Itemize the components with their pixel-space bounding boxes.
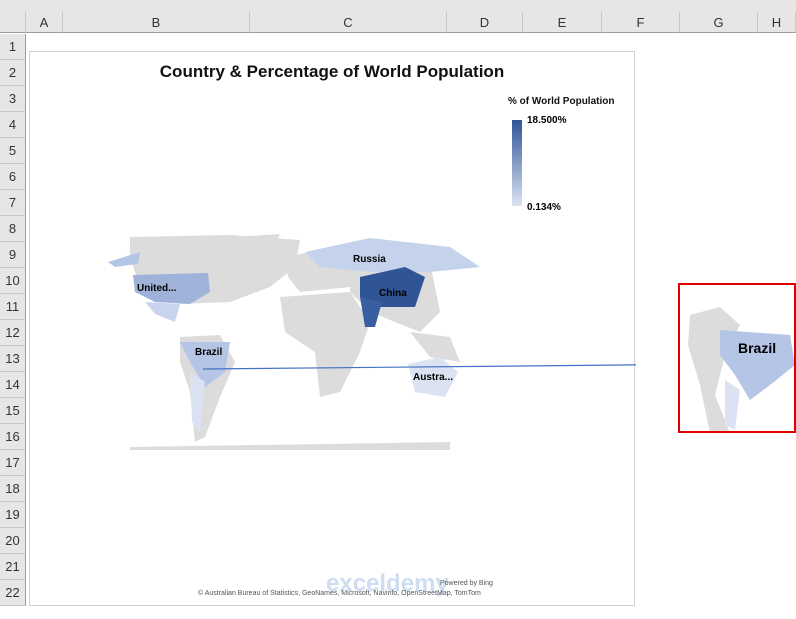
label-australia: Austra... [413, 372, 454, 383]
map-attribution: © Australian Bureau of Statistics, GeoNa… [198, 590, 481, 597]
row-header-7[interactable]: 7 [0, 190, 26, 216]
top-strip [0, 0, 796, 12]
column-header-G[interactable]: G [680, 12, 758, 33]
row-header-5[interactable]: 5 [0, 138, 26, 164]
se-asia-shape [410, 332, 460, 362]
zoom-label-brazil: Brazil [738, 340, 777, 356]
column-header-F[interactable]: F [602, 12, 680, 33]
row-header-15[interactable]: 15 [0, 398, 26, 424]
row-header-14[interactable]: 14 [0, 372, 26, 398]
row-header-9[interactable]: 9 [0, 242, 26, 268]
column-header-C[interactable]: C [250, 12, 447, 33]
brazil-zoom-map [688, 307, 794, 431]
column-header-A[interactable]: A [26, 12, 63, 33]
row-header-16[interactable]: 16 [0, 424, 26, 450]
row-header-19[interactable]: 19 [0, 502, 26, 528]
row-header-20[interactable]: 20 [0, 528, 26, 554]
label-russia: Russia [353, 254, 386, 265]
row-header-13[interactable]: 13 [0, 346, 26, 372]
label-united-states: United... [137, 283, 177, 294]
world-map [108, 234, 636, 450]
africa-shape [280, 292, 370, 397]
row-header-1[interactable]: 1 [0, 34, 26, 60]
select-all-corner[interactable] [0, 12, 26, 33]
row-header-2[interactable]: 2 [0, 60, 26, 86]
map-chart[interactable]: Country & Percentage of World Population… [29, 51, 636, 606]
label-china: China [379, 288, 407, 299]
row-header-10[interactable]: 10 [0, 268, 26, 294]
brazil-zoom-callout: Brazil [678, 283, 796, 433]
row-header-11[interactable]: 11 [0, 294, 26, 320]
row-header-12[interactable]: 12 [0, 320, 26, 346]
row-header-8[interactable]: 8 [0, 216, 26, 242]
column-header-D[interactable]: D [447, 12, 523, 33]
column-header-B[interactable]: B [63, 12, 250, 33]
russia-shape [305, 238, 480, 272]
antarctica-shape [130, 442, 450, 450]
row-header-22[interactable]: 22 [0, 580, 26, 606]
row-header-21[interactable]: 21 [0, 554, 26, 580]
row-header-4[interactable]: 4 [0, 112, 26, 138]
label-brazil: Brazil [195, 347, 223, 358]
row-header-3[interactable]: 3 [0, 86, 26, 112]
row-header-17[interactable]: 17 [0, 450, 26, 476]
row-header-6[interactable]: 6 [0, 164, 26, 190]
powered-by-bing: Powered by Bing [440, 580, 493, 587]
row-header-18[interactable]: 18 [0, 476, 26, 502]
column-header-E[interactable]: E [523, 12, 602, 33]
column-header-H[interactable]: H [758, 12, 796, 33]
mexico-shape [145, 302, 180, 322]
